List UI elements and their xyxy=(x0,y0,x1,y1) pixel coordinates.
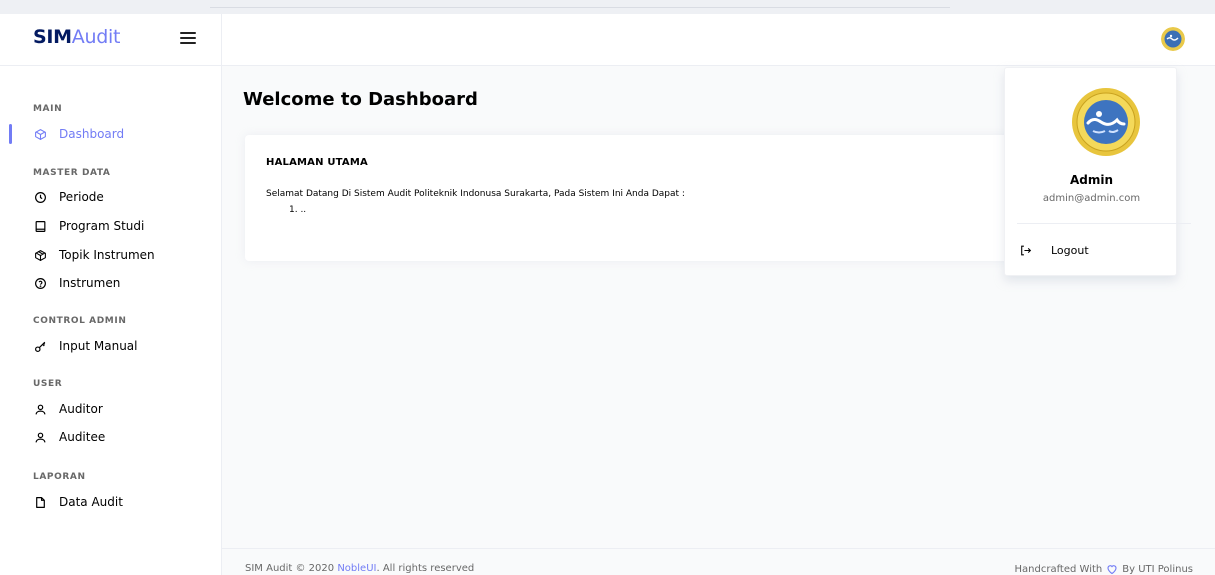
sidebar-item-topik-instrumen[interactable]: Topik Instrumen xyxy=(33,245,213,265)
nav-category-main: MAIN xyxy=(33,104,63,114)
nav-category-master-data: MASTER DATA xyxy=(33,168,111,178)
nav-category-laporan: LAPORAN xyxy=(33,472,86,482)
card-list: 1. .. xyxy=(289,205,306,215)
box-icon xyxy=(33,127,47,141)
brand-strong: SIM xyxy=(33,26,72,48)
nav-category-control-admin: CONTROL ADMIN xyxy=(33,316,127,326)
key-icon xyxy=(33,339,47,353)
sidebar-item-label: Input Manual xyxy=(59,339,138,353)
footer-credit-suffix: By UTI Polinus xyxy=(1122,563,1193,575)
nav-category-user: USER xyxy=(33,379,63,389)
profile-logo-avatar xyxy=(1072,88,1140,156)
log-out-icon xyxy=(1019,243,1033,257)
sidebar: SIMAudit MAIN Dashboard MASTER DATA Peri… xyxy=(0,14,222,575)
page-title: Welcome to Dashboard xyxy=(243,89,478,110)
sidebar-toggle-icon[interactable] xyxy=(180,32,196,46)
file-icon xyxy=(33,495,47,509)
profile-dropdown: Admin admin@admin.com Logout xyxy=(1004,67,1191,276)
footer: SIM Audit © 2020 NobleUI. All rights res… xyxy=(222,548,1215,575)
top-strip-tab xyxy=(210,0,950,8)
sidebar-item-label: Periode xyxy=(59,190,104,204)
footer-copyright: SIM Audit © 2020 NobleUI. All rights res… xyxy=(245,563,474,574)
active-indicator xyxy=(9,124,12,144)
heart-icon xyxy=(1106,563,1118,575)
footer-copyright-prefix: SIM Audit © 2020 xyxy=(245,563,338,574)
logout-label: Logout xyxy=(1051,243,1089,257)
sidebar-item-label: Program Studi xyxy=(59,219,145,233)
footer-link-nobleui[interactable]: NobleUI xyxy=(337,563,376,574)
sidebar-item-label: Auditee xyxy=(59,430,106,444)
square-icon xyxy=(33,219,47,233)
sidebar-item-dashboard[interactable]: Dashboard xyxy=(33,124,213,144)
footer-credit-prefix: Handcrafted With xyxy=(1014,563,1103,575)
sidebar-item-auditee[interactable]: Auditee xyxy=(33,427,213,447)
list-item: 1. .. xyxy=(289,205,307,215)
profile-email: admin@admin.com xyxy=(1042,193,1141,204)
welcome-card: HALAMAN UTAMA Selamat Datang Di Sistem A… xyxy=(245,135,1035,261)
card-text: Selamat Datang Di Sistem Audit Politekni… xyxy=(266,189,685,199)
sidebar-item-label: Data Audit xyxy=(59,495,123,509)
logout-button[interactable]: Logout xyxy=(1019,241,1089,259)
clock-icon xyxy=(33,190,47,204)
sidebar-item-program-studi[interactable]: Program Studi xyxy=(33,216,213,236)
sidebar-item-label: Topik Instrumen xyxy=(59,248,155,262)
sidebar-header: SIMAudit xyxy=(0,14,222,66)
dropdown-divider xyxy=(1017,223,1191,224)
browser-top-strip xyxy=(0,0,1215,14)
profile-avatar[interactable] xyxy=(1161,27,1185,51)
sidebar-item-instrumen[interactable]: Instrumen xyxy=(33,273,213,293)
sidebar-item-input-manual[interactable]: Input Manual xyxy=(33,336,213,356)
package-icon xyxy=(33,248,47,262)
user-icon xyxy=(33,430,47,444)
sidebar-item-label: Auditor xyxy=(59,402,103,416)
help-circle-icon xyxy=(33,276,47,290)
user-icon xyxy=(33,402,47,416)
brand-light: Audit xyxy=(71,26,121,48)
sidebar-item-label: Dashboard xyxy=(59,127,125,141)
profile-name: Admin xyxy=(1069,173,1114,187)
sidebar-item-label: Instrumen xyxy=(59,276,121,290)
top-navbar xyxy=(222,14,1215,66)
card-heading: HALAMAN UTAMA xyxy=(266,157,368,168)
sidebar-item-periode[interactable]: Periode xyxy=(33,187,213,207)
footer-credit: Handcrafted With By UTI Polinus xyxy=(1015,563,1193,575)
sidebar-item-data-audit[interactable]: Data Audit xyxy=(33,492,213,512)
footer-copyright-suffix: . All rights reserved xyxy=(376,563,475,574)
sidebar-item-auditor[interactable]: Auditor xyxy=(33,399,213,419)
brand-logo[interactable]: SIMAudit xyxy=(33,26,120,48)
